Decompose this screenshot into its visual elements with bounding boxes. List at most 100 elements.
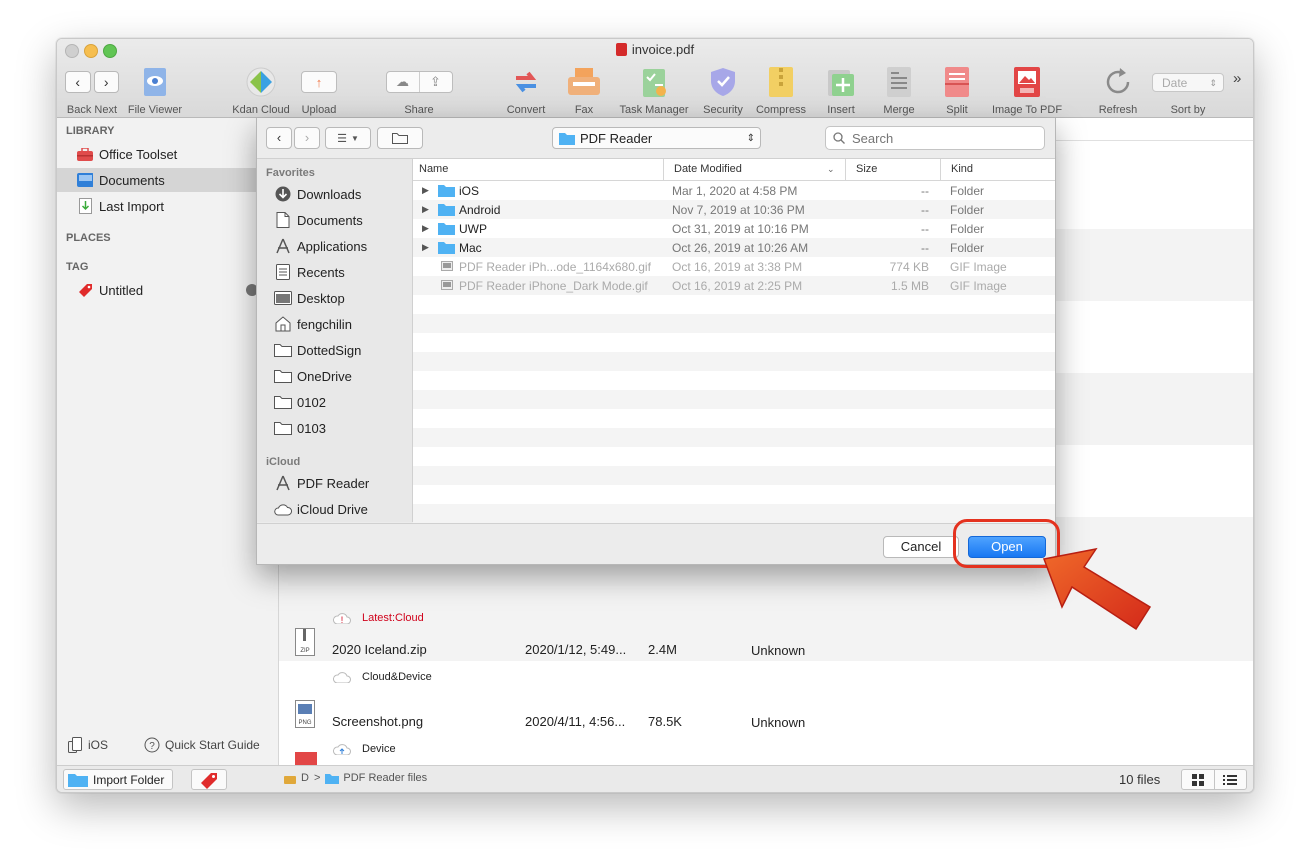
dialog-sidebar-item-pdf-reader[interactable]: PDF Reader	[274, 472, 369, 494]
import-folder-button[interactable]: Import Folder	[63, 769, 173, 790]
file-sync-status: Device	[362, 743, 396, 755]
compress-zip-icon	[769, 67, 793, 97]
upload-button[interactable]: ↑ Upload	[299, 65, 339, 116]
file-viewer-button[interactable]: File Viewer	[125, 65, 185, 116]
sort-by-select[interactable]: Date ⇕	[1152, 72, 1224, 92]
dialog-row-mac[interactable]: ▶ Mac Oct 26, 2019 at 10:26 AM -- Folder	[413, 238, 1055, 257]
dialog-sidebar-item-desktop[interactable]: Desktop	[274, 287, 345, 309]
insert-button[interactable]: Insert	[823, 65, 859, 116]
disclosure-triangle-icon[interactable]: ▶	[422, 204, 429, 215]
search-input[interactable]	[850, 129, 1034, 147]
image-to-pdf-icon	[1014, 67, 1040, 97]
toolbar-overflow-button[interactable]: »	[1233, 70, 1241, 87]
dialog-forward-button[interactable]: ›	[294, 127, 320, 149]
file-viewer-label: File Viewer	[127, 104, 183, 116]
back-button[interactable]: ‹	[65, 71, 91, 93]
dialog-sidebar-item-documents[interactable]: Documents	[274, 209, 363, 231]
sidebar-item-documents[interactable]: Documents	[57, 168, 278, 192]
dialog-row-kind: Folder	[950, 203, 985, 217]
dialog-row-android[interactable]: ▶ Android Nov 7, 2019 at 10:36 PM -- Folder	[413, 200, 1055, 219]
disclosure-triangle-icon[interactable]: ▶	[422, 223, 429, 234]
new-folder-button[interactable]	[377, 127, 423, 149]
dialog-back-button[interactable]: ‹	[266, 127, 292, 149]
dialog-row-name: Mac	[459, 241, 482, 255]
dialog-row-size: --	[921, 184, 929, 198]
dialog-sidebar-item-dottedsign[interactable]: DottedSign	[274, 339, 361, 361]
sidebar-item-last-import[interactable]: Last Import	[57, 194, 278, 218]
open-file-dialog: ‹ › ☰▼ PDF Reader ⇕ Favorites Downloads …	[256, 118, 1056, 565]
file-row-screenshot-png[interactable]: PNG Screenshot.png 2020/4/11, 4:56... 78…	[279, 686, 1253, 758]
dialog-sidebar-item-downloads[interactable]: Downloads	[274, 183, 361, 205]
dialog-sidebar-item-recents[interactable]: Recents	[274, 261, 345, 283]
sidebar-item-label: Office Toolset	[99, 146, 178, 162]
dialog-sidebar-label: Documents	[297, 212, 363, 228]
sort-chevron-icon: ⌄	[827, 164, 835, 174]
view-options-button[interactable]: ☰ ▼	[325, 127, 371, 149]
image-to-pdf-label: Image To PDF	[991, 104, 1063, 116]
list-icon	[1223, 774, 1238, 785]
merge-button[interactable]: Merge	[879, 65, 919, 116]
cloud-share-icon[interactable]: ☁	[387, 72, 419, 92]
insert-page-icon	[828, 70, 854, 96]
ios-link[interactable]: iOS	[68, 737, 108, 753]
grid-icon	[1191, 773, 1204, 786]
refresh-button[interactable]: Refresh	[1097, 65, 1139, 116]
list-view-button[interactable]	[1215, 770, 1247, 789]
file-kind: Unknown	[751, 715, 806, 730]
document-icon	[276, 212, 290, 228]
search-field[interactable]	[825, 126, 1045, 150]
new-folder-icon	[392, 133, 408, 144]
folder-icon	[68, 774, 88, 787]
breadcrumb-folder[interactable]: PDF Reader files	[343, 772, 427, 784]
add-tag-button[interactable]	[191, 769, 227, 790]
tag-icon	[77, 283, 93, 297]
dialog-row-pdf-reader-iph-ode-1164x680-gif[interactable]: PDF Reader iPh...ode_1164x680.gif Oct 16,…	[413, 257, 1055, 276]
compress-button[interactable]: Compress	[753, 65, 809, 116]
forward-button[interactable]: ›	[93, 71, 119, 93]
task-manager-button[interactable]: Task Manager	[617, 65, 691, 116]
dialog-sidebar-item-home[interactable]: fengchilin	[274, 313, 352, 335]
updown-chevron-icon: ⇕	[1209, 77, 1217, 88]
dialog-row-size: --	[921, 241, 929, 255]
column-header-name[interactable]: Name	[419, 163, 448, 175]
dialog-row-date: Nov 7, 2019 at 10:36 PM	[672, 203, 805, 217]
dialog-row-kind: GIF Image	[950, 260, 1007, 274]
sort-by-group: Date ⇕ Sort by	[1151, 65, 1225, 116]
home-icon	[275, 316, 291, 332]
dialog-sidebar: Favorites Downloads Documents Applicatio…	[257, 159, 413, 522]
convert-button[interactable]: Convert	[503, 65, 549, 116]
grid-view-button[interactable]	[1182, 770, 1215, 789]
dialog-row-name: iOS	[459, 184, 480, 198]
location-popup[interactable]: PDF Reader ⇕	[552, 127, 761, 149]
favorites-header: Favorites	[266, 167, 315, 179]
breadcrumb-drive[interactable]: D	[301, 772, 309, 784]
image-to-pdf-button[interactable]: Image To PDF	[989, 65, 1065, 116]
dialog-sidebar-item-0103[interactable]: 0103	[274, 417, 326, 439]
column-header-kind[interactable]: Kind	[951, 163, 973, 175]
column-header-date-modified[interactable]: Date Modified	[674, 163, 742, 175]
disclosure-triangle-icon[interactable]: ▶	[422, 185, 429, 196]
cancel-button[interactable]: Cancel	[883, 536, 959, 558]
dialog-sidebar-label: DottedSign	[297, 342, 362, 358]
dialog-row-uwp[interactable]: ▶ UWP Oct 31, 2019 at 10:16 PM -- Folder	[413, 219, 1055, 238]
dialog-row-ios[interactable]: ▶ iOS Mar 1, 2020 at 4:58 PM -- Folder	[413, 181, 1055, 200]
disclosure-triangle-icon[interactable]: ▶	[422, 242, 429, 253]
security-label: Security	[703, 104, 743, 116]
column-header-size[interactable]: Size	[856, 163, 877, 175]
dialog-sidebar-item-0102[interactable]: 0102	[274, 391, 326, 413]
split-button[interactable]: Split	[939, 65, 975, 116]
dialog-row-pdf-reader-iphone-dark-mode-gif[interactable]: PDF Reader iPhone_Dark Mode.gif Oct 16, 2…	[413, 276, 1055, 295]
dialog-sidebar-item-applications[interactable]: Applications	[274, 235, 367, 257]
quick-start-guide-link[interactable]: ? Quick Start Guide	[144, 737, 260, 753]
share-icon[interactable]: ⇪	[418, 72, 452, 92]
dialog-sidebar-label: Recents	[297, 264, 345, 280]
sidebar-item-tag-untitled[interactable]: Untitled	[57, 278, 278, 302]
kdan-cloud-icon	[246, 67, 276, 97]
kdan-cloud-button[interactable]: Kdan Cloud	[229, 65, 293, 116]
sidebar-item-office-toolset[interactable]: Office Toolset	[57, 142, 278, 166]
dialog-sidebar-item-icloud-drive[interactable]: iCloud Drive	[274, 498, 368, 520]
fax-button[interactable]: Fax	[565, 65, 603, 116]
security-button[interactable]: Security	[701, 65, 745, 116]
folder-icon	[559, 132, 575, 145]
dialog-sidebar-item-onedrive[interactable]: OneDrive	[274, 365, 352, 387]
